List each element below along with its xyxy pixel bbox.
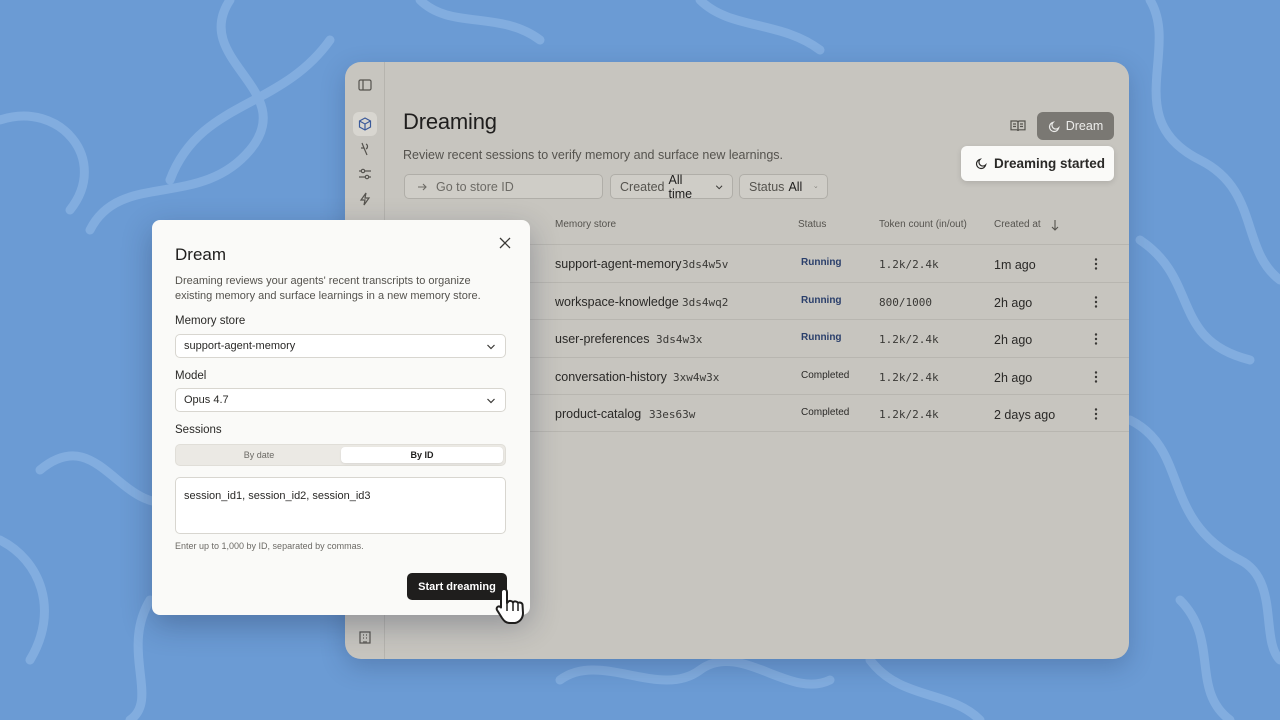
page-title: Dreaming bbox=[403, 109, 497, 134]
chevron-down-icon bbox=[487, 344, 495, 350]
store-id-placeholder: Go to store ID bbox=[436, 179, 514, 194]
status-badge: Running bbox=[801, 295, 842, 306]
pointer-hand-icon bbox=[495, 588, 524, 624]
dialog-description: Dreaming reviews your agents' recent tra… bbox=[175, 275, 481, 302]
sessions-mode-toggle: By date By ID bbox=[175, 444, 506, 466]
store-id-input[interactable]: Go to store ID bbox=[404, 174, 603, 199]
lightning-icon[interactable] bbox=[353, 187, 377, 211]
memory-store-name[interactable]: user-preferences bbox=[555, 332, 650, 346]
more-options-icon[interactable] bbox=[1090, 257, 1102, 271]
created-at: 2h ago bbox=[994, 371, 1033, 385]
more-options-icon[interactable] bbox=[1090, 295, 1102, 309]
model-select[interactable]: Opus 4.7 bbox=[175, 388, 506, 412]
memory-store-select-value: support-agent-memory bbox=[184, 340, 296, 352]
status-badge: Completed bbox=[801, 370, 850, 381]
toast-notification: Dreaming started bbox=[961, 146, 1114, 181]
memory-store-select[interactable]: support-agent-memory bbox=[175, 334, 506, 358]
more-options-icon[interactable] bbox=[1090, 407, 1102, 421]
book-icon[interactable] bbox=[1009, 117, 1027, 135]
sliders-icon[interactable] bbox=[353, 162, 377, 186]
model-select-value: Opus 4.7 bbox=[184, 394, 229, 406]
tab-by-id[interactable]: By ID bbox=[341, 447, 503, 463]
dream-button[interactable]: Dream bbox=[1037, 112, 1114, 140]
cube-icon[interactable] bbox=[353, 112, 377, 136]
column-header-token-count[interactable]: Token count (in/out) bbox=[879, 219, 967, 230]
dream-button-label: Dream bbox=[1065, 119, 1104, 133]
status-badge: Running bbox=[801, 257, 842, 268]
token-count: 1.2k/2.4k bbox=[879, 333, 939, 346]
created-at: 2h ago bbox=[994, 296, 1033, 310]
session-ids-textarea[interactable]: session_id1, session_id2, session_id3 bbox=[175, 477, 506, 534]
sessions-label: Sessions bbox=[175, 424, 222, 436]
chevron-down-icon bbox=[814, 185, 818, 188]
memory-store-label: Memory store bbox=[175, 315, 246, 327]
status-badge: Running bbox=[801, 332, 842, 343]
status-filter-value: All bbox=[788, 179, 803, 194]
more-options-icon[interactable] bbox=[1090, 370, 1102, 384]
close-icon[interactable] bbox=[498, 236, 512, 250]
token-count: 1.2k/2.4k bbox=[879, 258, 939, 271]
status-filter-label: Status bbox=[749, 179, 785, 194]
memory-store-id: 3ds4w3x bbox=[656, 333, 703, 346]
page-subtitle: Review recent sessions to verify memory … bbox=[403, 148, 784, 162]
created-filter-value: All time bbox=[668, 172, 693, 201]
moon-icon bbox=[975, 158, 987, 170]
session-ids-hint: Enter up to 1,000 by ID, separated by co… bbox=[175, 541, 364, 551]
toast-text: Dreaming started bbox=[994, 156, 1106, 171]
start-dreaming-button[interactable]: Start dreaming bbox=[407, 573, 507, 600]
arrow-right-icon bbox=[418, 183, 427, 190]
created-at: 1m ago bbox=[994, 258, 1036, 272]
tab-by-date[interactable]: By date bbox=[178, 447, 340, 463]
token-count: 1.2k/2.4k bbox=[879, 408, 939, 421]
column-header-memory-store[interactable]: Memory store bbox=[555, 219, 616, 230]
dream-dialog: Dream Dreaming reviews your agents' rece… bbox=[152, 220, 530, 615]
memory-store-name[interactable]: conversation-history bbox=[555, 370, 667, 384]
moon-icon bbox=[1048, 120, 1060, 132]
chevron-down-icon bbox=[487, 398, 495, 404]
chevron-down-icon bbox=[715, 184, 723, 189]
sidebar-toggle-icon[interactable] bbox=[353, 73, 377, 97]
status-badge: Completed bbox=[801, 407, 850, 418]
created-at: 2h ago bbox=[994, 333, 1033, 347]
dialog-title: Dream bbox=[175, 245, 227, 264]
tool-icon[interactable] bbox=[353, 137, 377, 161]
memory-store-id: 3ds4w5v bbox=[682, 258, 729, 271]
more-options-icon[interactable] bbox=[1090, 332, 1102, 346]
building-icon[interactable] bbox=[353, 625, 377, 649]
token-count: 800/1000 bbox=[879, 296, 932, 309]
memory-store-name[interactable]: product-catalog bbox=[555, 407, 641, 421]
memory-store-name[interactable]: workspace-knowledge bbox=[555, 295, 679, 309]
created-filter-label: Created bbox=[620, 179, 665, 194]
token-count: 1.2k/2.4k bbox=[879, 371, 939, 384]
status-filter[interactable]: Status All bbox=[739, 174, 828, 199]
memory-store-id: 33es63w bbox=[649, 408, 696, 421]
column-header-status[interactable]: Status bbox=[798, 219, 826, 230]
created-filter[interactable]: Created All time bbox=[610, 172, 733, 201]
column-header-created-at[interactable]: Created at bbox=[994, 219, 1041, 230]
model-label: Model bbox=[175, 370, 207, 382]
memory-store-name[interactable]: support-agent-memory bbox=[555, 257, 681, 271]
created-at: 2 days ago bbox=[994, 408, 1056, 422]
memory-store-id: 3xw4w3x bbox=[673, 371, 720, 384]
sort-descending-icon[interactable] bbox=[1050, 219, 1060, 231]
memory-store-id: 3ds4wq2 bbox=[682, 296, 729, 309]
